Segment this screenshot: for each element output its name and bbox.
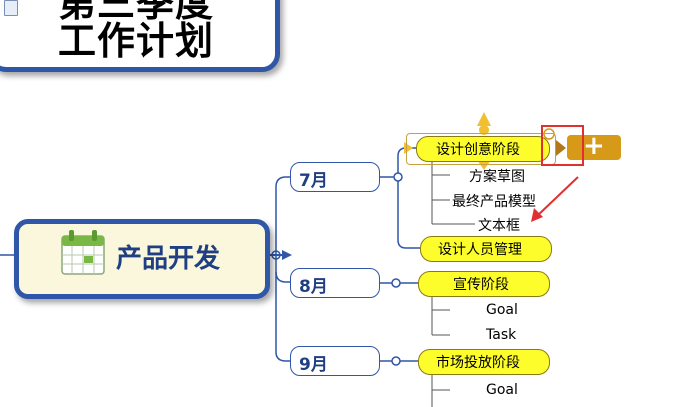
leaf-goal-september[interactable]: Goal: [486, 382, 518, 398]
leaf-text-box[interactable]: 文本框: [478, 215, 520, 235]
phase-label-designer-management: 设计人员管理: [438, 242, 522, 258]
annotation-highlight-box: [541, 125, 584, 166]
title-line-2: 工作计划: [58, 19, 215, 63]
leaf-goal-august[interactable]: Goal: [486, 302, 518, 318]
phase-label-market-launch: 市场投放阶段: [436, 355, 520, 371]
month-label-july: 7月: [299, 171, 328, 191]
leaf-final-model[interactable]: 最终产品模型: [452, 191, 536, 211]
leaf-concept-sketch[interactable]: 方案草图: [469, 166, 525, 186]
calendar-icon: [61, 230, 105, 275]
document-icon: [4, 0, 18, 16]
month-label-august: 8月: [299, 277, 328, 297]
month-label-september: 9月: [299, 355, 328, 375]
plus-icon: +: [583, 131, 605, 161]
phase-label-promotion: 宣传阶段: [453, 277, 509, 293]
leaf-task-august[interactable]: Task: [486, 327, 516, 343]
root-label: 产品开发: [116, 244, 221, 274]
phase-label-design-creative: 设计创意阶段: [436, 142, 520, 158]
